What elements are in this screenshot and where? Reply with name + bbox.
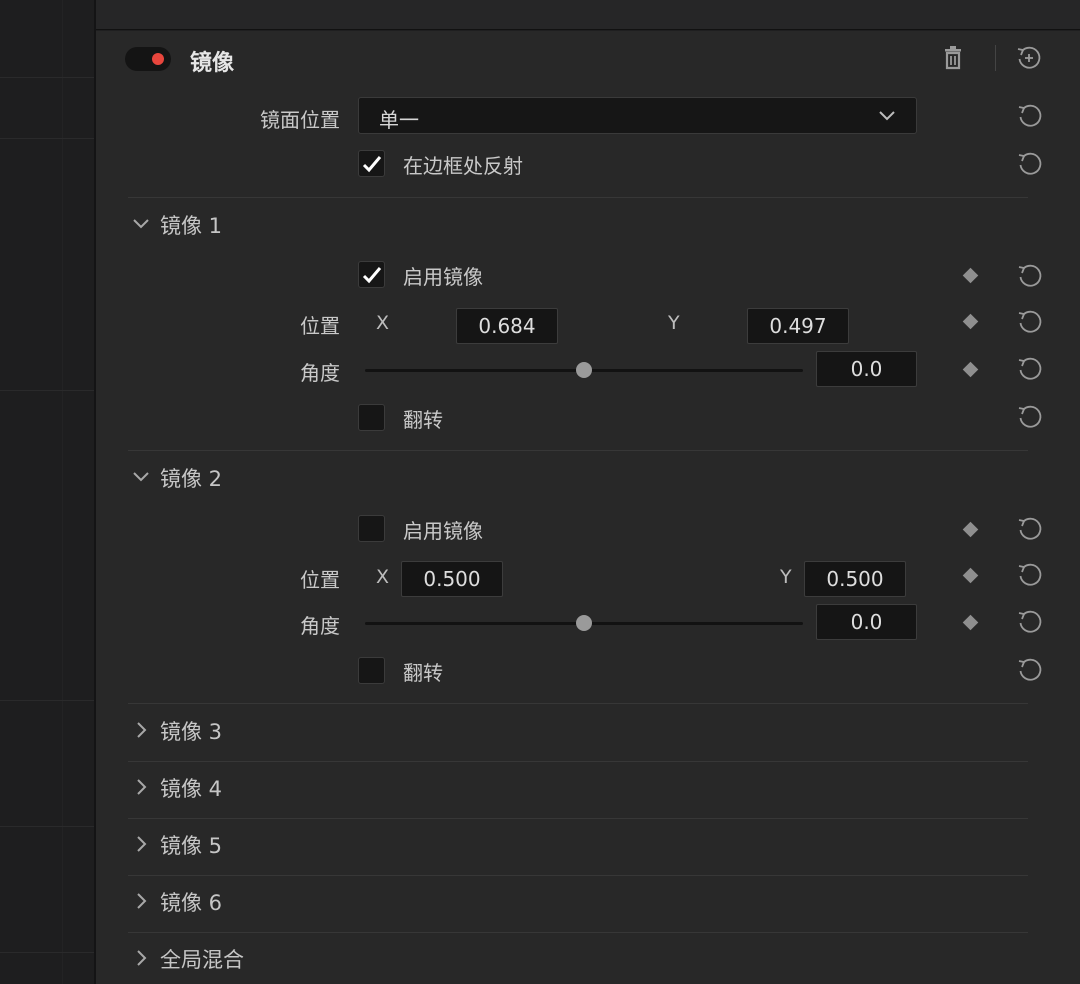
mirror2-x-input[interactable]: 0.500 — [401, 561, 503, 597]
chevron-right-icon — [137, 779, 147, 795]
chevron-right-icon — [137, 950, 147, 966]
left-panel-gridline — [0, 700, 94, 701]
left-panel-gridline — [0, 390, 94, 391]
reset-icon[interactable] — [1017, 562, 1043, 588]
section-title: 镜像 1 — [160, 214, 223, 238]
left-panel-gridline — [0, 77, 94, 78]
header-separator — [995, 45, 996, 71]
reset-all-icon[interactable] — [1016, 45, 1042, 71]
section-divider — [128, 703, 1028, 704]
section-divider — [128, 450, 1028, 451]
section-header-mirror3[interactable]: 镜像 3 — [130, 716, 330, 744]
section-header-mirror4[interactable]: 镜像 4 — [130, 773, 330, 801]
chevron-right-icon — [137, 722, 147, 738]
reflect-at-border-checkbox[interactable] — [358, 150, 385, 177]
section-divider — [128, 761, 1028, 762]
reflect-at-border-label: 在边框处反射 — [403, 154, 523, 178]
mirror2-y-label: Y — [780, 566, 792, 588]
reset-icon[interactable] — [1017, 516, 1043, 542]
toggle-on-indicator — [152, 53, 164, 65]
section-header-mirror2[interactable]: 镜像 2 — [130, 463, 250, 491]
mirror2-x-label: X — [376, 566, 390, 588]
effect-enable-toggle[interactable] — [125, 47, 171, 71]
left-panel-gridline — [0, 952, 94, 953]
mirror2-y-input[interactable]: 0.500 — [804, 561, 906, 597]
mirror2-angle-slider-thumb[interactable] — [576, 615, 592, 631]
mirror1-x-label: X — [376, 312, 390, 334]
section-divider — [128, 875, 1028, 876]
mirror2-enable-checkbox[interactable] — [358, 515, 385, 542]
top-strip — [96, 0, 1080, 30]
section-header-mirror6[interactable]: 镜像 6 — [130, 887, 330, 915]
section-title: 镜像 3 — [160, 720, 223, 744]
effect-title: 镜像 — [190, 51, 235, 76]
checkmark-icon — [362, 267, 382, 284]
reset-icon[interactable] — [1017, 404, 1043, 430]
trash-icon[interactable] — [942, 46, 964, 70]
mirror1-y-label: Y — [668, 312, 680, 334]
reset-icon[interactable] — [1017, 263, 1043, 289]
reset-icon[interactable] — [1017, 356, 1043, 382]
mirror1-angle-slider-thumb[interactable] — [576, 362, 592, 378]
reset-icon[interactable] — [1017, 309, 1043, 335]
mirror2-angle-input[interactable]: 0.0 — [816, 604, 917, 640]
mirror2-position-label: 位置 — [300, 568, 340, 592]
mirror1-angle-label: 角度 — [300, 361, 340, 385]
mirror2-enable-label: 启用镜像 — [403, 519, 483, 543]
left-panel-gridline — [0, 826, 94, 827]
mirror1-angle-input[interactable]: 0.0 — [816, 351, 917, 387]
mirror2-angle-label: 角度 — [300, 614, 340, 638]
mirror1-flip-label: 翻转 — [403, 408, 443, 432]
section-title: 镜像 5 — [160, 834, 223, 858]
mirror1-position-label: 位置 — [300, 314, 340, 338]
section-divider — [128, 932, 1028, 933]
left-panel-gridline — [62, 0, 63, 984]
mirror-position-select[interactable]: 单一 — [358, 97, 917, 134]
chevron-right-icon — [137, 836, 147, 852]
chevron-down-icon — [879, 111, 895, 121]
mirror-position-label: 镜面位置 — [260, 108, 340, 132]
section-title: 镜像 4 — [160, 777, 223, 801]
chevron-down-icon — [133, 472, 149, 482]
mirror-position-value: 单一 — [379, 108, 419, 132]
mirror1-x-input[interactable]: 0.684 — [456, 308, 558, 344]
mirror1-flip-checkbox[interactable] — [358, 404, 385, 431]
section-header-mirror5[interactable]: 镜像 5 — [130, 830, 330, 858]
reset-icon[interactable] — [1017, 609, 1043, 635]
section-title: 镜像 6 — [160, 891, 223, 915]
mirror2-flip-checkbox[interactable] — [358, 657, 385, 684]
reset-icon[interactable] — [1017, 151, 1043, 177]
left-panel — [0, 0, 94, 984]
chevron-right-icon — [137, 893, 147, 909]
chevron-down-icon — [133, 219, 149, 229]
mirror1-y-input[interactable]: 0.497 — [747, 308, 849, 344]
mirror1-enable-label: 启用镜像 — [403, 265, 483, 289]
reset-icon[interactable] — [1017, 103, 1043, 129]
left-panel-gridline — [0, 138, 94, 139]
section-divider — [128, 818, 1028, 819]
section-header-global-blend[interactable]: 全局混合 — [130, 944, 330, 972]
mirror2-flip-label: 翻转 — [403, 661, 443, 685]
mirror1-enable-checkbox[interactable] — [358, 261, 385, 288]
section-header-mirror1[interactable]: 镜像 1 — [130, 210, 250, 238]
section-divider — [128, 197, 1028, 198]
reset-icon[interactable] — [1017, 657, 1043, 683]
section-title: 镜像 2 — [160, 467, 223, 491]
checkmark-icon — [362, 156, 382, 173]
section-title: 全局混合 — [160, 948, 244, 972]
